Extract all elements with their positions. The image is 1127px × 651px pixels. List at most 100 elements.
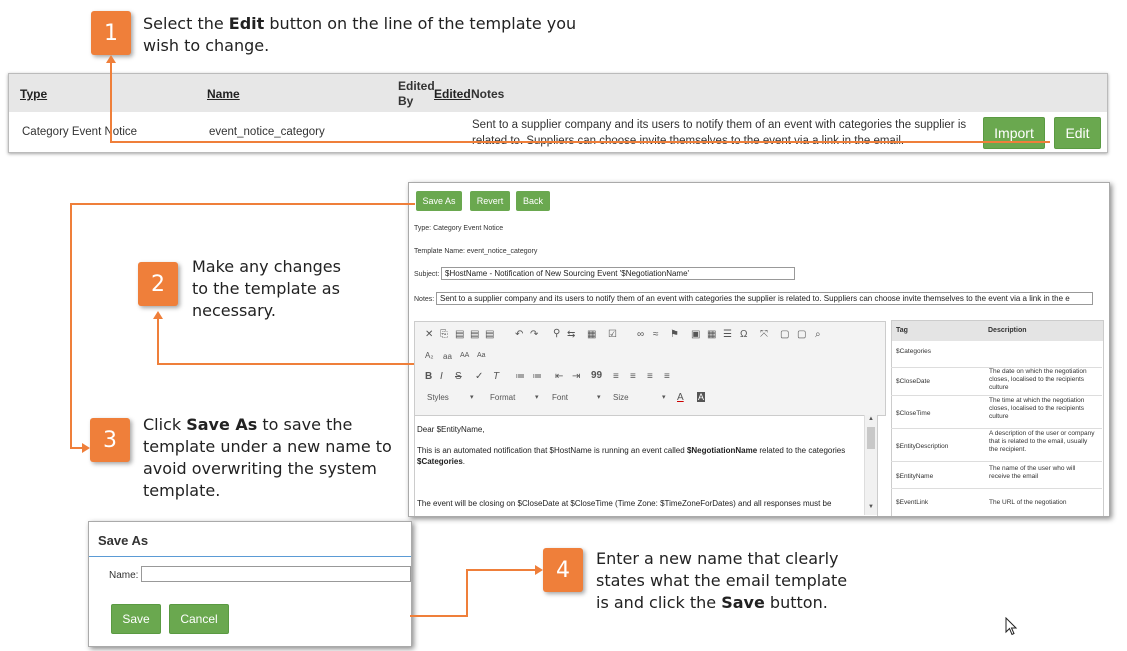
anchor-icon[interactable]: ⚑ xyxy=(670,329,679,340)
tag-row-tag[interactable]: $EntityName xyxy=(896,473,933,481)
tag-row-tag[interactable]: $EventLink xyxy=(896,499,928,507)
template-icon[interactable]: ▢ xyxy=(797,329,806,340)
text-transform-icon[interactable]: A₂ xyxy=(425,351,433,360)
find-icon[interactable]: ⚲ xyxy=(553,328,560,339)
col-header-name[interactable]: Name xyxy=(207,87,240,101)
align-right-icon[interactable]: ≡ xyxy=(647,371,653,382)
table-icon[interactable]: ▦ xyxy=(707,329,716,340)
body-p1-end: . xyxy=(462,457,466,466)
name-input[interactable] xyxy=(141,566,411,582)
step-2-line3: necessary. xyxy=(192,301,276,320)
step-2-text: Make any changes to the template as nece… xyxy=(192,256,341,322)
col-header-edited[interactable]: Edited xyxy=(434,87,471,101)
special-char-icon[interactable]: Ω xyxy=(740,329,747,340)
uppercase-button[interactable]: AA xyxy=(460,352,469,359)
format-painter-icon[interactable]: ✓ xyxy=(475,371,483,382)
copy-icon[interactable]: ⎘ xyxy=(440,329,448,340)
cancel-button[interactable]: Cancel xyxy=(169,604,229,634)
connector-2-vertical xyxy=(157,318,159,365)
font-dropdown[interactable]: Font xyxy=(552,393,568,402)
replace-icon[interactable]: ⇆ xyxy=(567,329,575,340)
row-type: Category Event Notice xyxy=(22,126,138,138)
tag-row-tag[interactable]: $CloseDate xyxy=(896,378,930,386)
justify-icon[interactable]: ≡ xyxy=(664,371,670,382)
indent-icon[interactable]: ⇥ xyxy=(572,371,580,382)
horizontal-line-icon[interactable]: ☰ xyxy=(723,329,732,340)
spellcheck-icon[interactable]: ☑ xyxy=(608,329,617,340)
blockquote-icon[interactable]: 99 xyxy=(591,370,602,381)
bold-icon[interactable]: B xyxy=(425,371,432,382)
step-4-badge: 4 xyxy=(543,548,583,592)
connector-1-arrow-icon xyxy=(106,55,116,63)
col-header-edited-by-1: Edited xyxy=(398,79,435,93)
unlink-icon[interactable]: ≈ xyxy=(653,329,659,340)
redo-icon[interactable]: ↷ xyxy=(530,329,538,340)
back-button[interactable]: Back xyxy=(516,191,550,211)
preview-icon[interactable]: ⌕ xyxy=(815,329,821,340)
step-3-line4: template. xyxy=(143,481,221,500)
paste-text-icon[interactable]: ▤ xyxy=(470,329,479,340)
scroll-down-icon[interactable]: ▼ xyxy=(868,504,874,510)
scroll-up-icon[interactable]: ▲ xyxy=(868,416,874,422)
align-left-icon[interactable]: ≡ xyxy=(613,371,619,382)
format-dropdown[interactable]: Format xyxy=(490,393,515,402)
subject-input[interactable]: $HostName - Notification of New Sourcing… xyxy=(441,267,795,280)
connector-2-arrow-icon xyxy=(153,311,163,319)
select-all-icon[interactable]: ▦ xyxy=(587,329,596,340)
connector-3-vertical xyxy=(70,203,72,449)
tag-row-tag[interactable]: $CloseTime xyxy=(896,410,930,418)
text-color-icon[interactable]: A xyxy=(677,392,684,403)
save-button[interactable]: Save xyxy=(111,604,161,634)
scroll-thumb[interactable] xyxy=(867,427,875,449)
cut-icon[interactable]: ✕ xyxy=(425,329,433,340)
remove-format-icon[interactable]: T xyxy=(493,371,499,382)
align-center-icon[interactable]: ≡ xyxy=(630,371,636,382)
styles-chevron-icon[interactable]: ▾ xyxy=(470,393,474,401)
paste-icon[interactable]: ▤ xyxy=(455,329,464,340)
notes-input[interactable]: Sent to a supplier company and its users… xyxy=(436,292,1093,305)
tag-row-desc: The name of the user who will receive th… xyxy=(989,465,1076,480)
link-icon[interactable]: ∞ xyxy=(637,329,644,340)
size-chevron-icon[interactable]: ▾ xyxy=(662,393,666,401)
font-chevron-icon[interactable]: ▾ xyxy=(597,393,601,401)
editor-scrollbar[interactable]: ▲ ▼ xyxy=(864,415,877,515)
outdent-icon[interactable]: ⇤ xyxy=(555,371,563,382)
format-chevron-icon[interactable]: ▾ xyxy=(535,393,539,401)
tag-row-desc: The URL of the negotiation xyxy=(989,499,1067,506)
tag-divider xyxy=(891,395,1102,396)
step-1-pre: Select the xyxy=(143,14,229,33)
col-header-type[interactable]: Type xyxy=(20,87,47,101)
tag-row-tag[interactable]: $Categories xyxy=(896,348,931,356)
styles-dropdown[interactable]: Styles xyxy=(427,393,449,402)
italic-icon[interactable]: I xyxy=(440,371,443,382)
template-editor-panel: Save As Revert Back Type: Category Event… xyxy=(408,182,1110,517)
numbered-list-icon[interactable]: ≔ xyxy=(515,371,525,382)
body-paragraph-2: The event will be closing on $CloseDate … xyxy=(417,499,832,508)
image-icon[interactable]: ▣ xyxy=(691,329,700,340)
source-icon[interactable]: ▢ xyxy=(780,329,789,340)
editor-content[interactable]: Dear $EntityName, This is an automated n… xyxy=(414,415,878,516)
step-3-line2: template under a new name to xyxy=(143,437,392,456)
step-2-line1: Make any changes xyxy=(192,257,341,276)
maximize-icon[interactable]: ⤧ xyxy=(760,329,768,340)
step-3-line3: avoid overwriting the system xyxy=(143,459,377,478)
mouse-cursor-icon xyxy=(1005,617,1018,636)
size-dropdown[interactable]: Size xyxy=(613,393,629,402)
body-p1-pre: This is an automated notification that $… xyxy=(417,446,687,455)
capitalize-button[interactable]: Aa xyxy=(477,352,486,359)
save-as-button[interactable]: Save As xyxy=(416,191,462,211)
strikethrough-icon[interactable]: S xyxy=(455,371,462,382)
bulleted-list-icon[interactable]: ≔ xyxy=(532,371,542,382)
tag-col-header: Tag xyxy=(896,327,908,334)
undo-icon[interactable]: ↶ xyxy=(515,329,523,340)
import-button[interactable]: Import xyxy=(983,117,1045,149)
revert-button[interactable]: Revert xyxy=(470,191,510,211)
dialog-title: Save As xyxy=(98,533,149,548)
paste-word-icon[interactable]: ▤ xyxy=(485,329,494,340)
lowercase-button[interactable]: aa xyxy=(443,352,452,361)
step-3-pre: Click xyxy=(143,415,187,434)
tag-row-tag[interactable]: $EntityDescription xyxy=(896,443,948,451)
edit-button[interactable]: Edit xyxy=(1054,117,1101,149)
bg-color-icon[interactable]: A xyxy=(697,392,706,402)
subject-label: Subject: xyxy=(414,271,440,278)
